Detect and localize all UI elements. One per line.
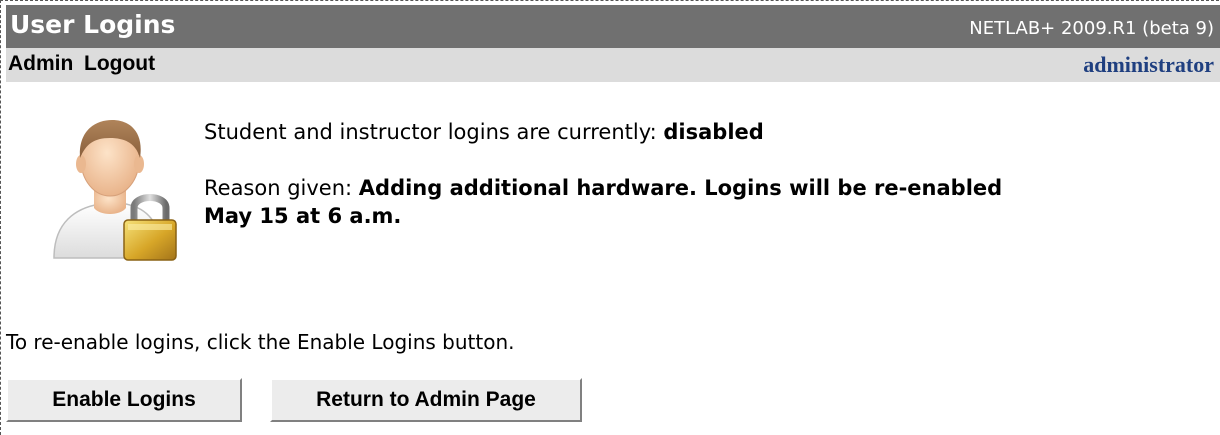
menu-item-admin[interactable]: Admin [8, 52, 73, 76]
status-message: Student and instructor logins are curren… [204, 118, 764, 146]
title-bar: User Logins NETLAB+ 2009.R1 (beta 9) [6, 5, 1220, 48]
enable-logins-button[interactable]: Enable Logins [6, 378, 242, 422]
user-lock-icon [53, 120, 177, 261]
reason-text-line1: Adding additional hardware. Logins will … [358, 176, 1003, 200]
version-label: NETLAB+ 2009.R1 (beta 9) [969, 18, 1214, 39]
instruction-text: To re-enable logins, click the Enable Lo… [6, 330, 515, 354]
reason-message: Reason given: Adding additional hardware… [204, 174, 1002, 230]
page-title: User Logins [10, 10, 176, 39]
status-label: Student and instructor logins are curren… [204, 120, 657, 144]
menu-bar: Admin Logout administrator [6, 48, 1220, 82]
reason-text-line2: May 15 at 6 a.m. [204, 204, 402, 228]
status-value: disabled [663, 120, 764, 144]
reason-label: Reason given: [204, 176, 353, 200]
return-to-admin-button[interactable]: Return to Admin Page [270, 378, 582, 422]
current-user-link[interactable]: administrator [1083, 52, 1214, 78]
menu-item-logout[interactable]: Logout [84, 52, 155, 76]
